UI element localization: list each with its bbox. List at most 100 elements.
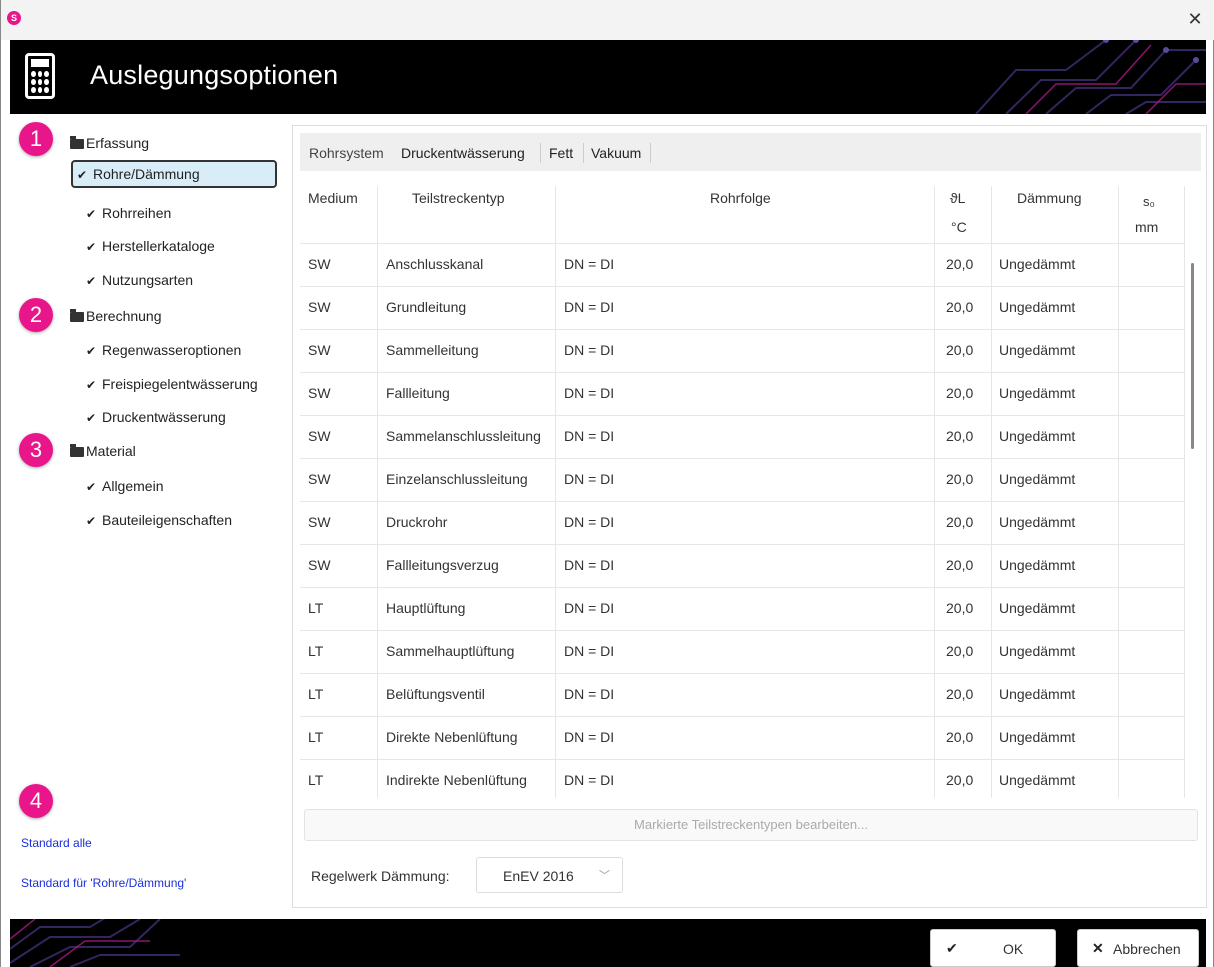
cancel-button[interactable]: ✕ Abbrechen <box>1077 929 1199 967</box>
column-header-medium[interactable]: Medium <box>308 190 358 206</box>
table-row[interactable]: LT Direkte Nebenlüftung DN = DI 20,0 Ungedäm… <box>300 716 1185 759</box>
reset-current-link[interactable]: Standard für 'Rohre/Dämmung' <box>21 876 186 890</box>
cell-temperature: 20,0 <box>946 729 974 745</box>
cell-rohrfolge: DN = DI <box>564 772 615 788</box>
tab-separator <box>650 143 651 163</box>
options-panel: Rohrsystem Druckentwässerung Fett Vakuum… <box>292 125 1207 908</box>
table-row[interactable]: SW Sammelleitung DN = DI 20,0 Ungedämmt <box>300 329 1185 372</box>
column-header-daemmung[interactable]: Dämmung <box>1017 190 1082 206</box>
tab-druckentwaesserung[interactable]: Druckentwässerung <box>401 145 525 161</box>
nav-item-nutzungsarten[interactable]: ✔ Nutzungsarten <box>86 272 193 288</box>
nav-group-berechnung[interactable]: Berechnung <box>70 308 162 324</box>
circuit-decoration <box>975 40 1206 114</box>
cell-teilstreckentyp: Belüftungsventil <box>386 686 485 702</box>
cell-daemmung: Ungedämmt <box>999 299 1076 315</box>
cell-teilstreckentyp: Sammelanschlussleitung <box>386 428 541 444</box>
nav-item-label: Regenwasseroptionen <box>102 342 242 358</box>
regelwerk-label: Regelwerk Dämmung: <box>311 868 450 884</box>
nav-item-bauteileigenschaften[interactable]: ✔ Bauteileigenschaften <box>86 512 232 528</box>
table-row[interactable]: LT Hauptlüftung DN = DI 20,0 Ungedämmt <box>300 587 1185 630</box>
table-row[interactable]: LT Sammelhauptlüftung DN = DI 20,0 Ungedämmt <box>300 630 1185 673</box>
nav-item-rohrreihen[interactable]: ✔ Rohrreihen <box>86 205 171 221</box>
header-banner: Auslegungsoptionen <box>10 40 1206 114</box>
nav-group-material[interactable]: Material <box>70 443 136 459</box>
tab-fett[interactable]: Fett <box>549 145 573 161</box>
options-navigation: 1 2 3 4 Erfassung ✔ Rohre/Dämmung ✔ Rohrre… <box>10 114 285 919</box>
nav-item-druckentwaesserung[interactable]: ✔ Druckentwässerung <box>86 409 226 425</box>
checkmark-icon: ✔ <box>86 240 97 254</box>
table-row[interactable]: SW Grundleitung DN = DI 20,0 Ungedämmt <box>300 286 1185 329</box>
cell-teilstreckentyp: Direkte Nebenlüftung <box>386 729 518 745</box>
nav-item-herstellerkataloge[interactable]: ✔ Herstellerkataloge <box>86 238 215 254</box>
nav-item-allgemein[interactable]: ✔ Allgemein <box>86 478 163 494</box>
nav-item-regenwasseroptionen[interactable]: ✔ Regenwasseroptionen <box>86 342 241 358</box>
step-badge-4: 4 <box>19 784 53 818</box>
column-header-teilstreckentyp[interactable]: Teilstreckentyp <box>412 190 505 206</box>
cell-medium: LT <box>308 772 324 788</box>
edit-selected-button[interactable]: Markierte Teilstreckentypen bearbeiten..… <box>304 809 1198 841</box>
dialog-window: S ✕ Auslegungsoptionen 1 2 3 4 Erfassung… <box>0 0 1214 967</box>
cell-rohrfolge: DN = DI <box>564 256 615 272</box>
cell-temperature: 20,0 <box>946 299 974 315</box>
cell-rohrfolge: DN = DI <box>564 557 615 573</box>
cell-teilstreckentyp: Einzelanschlussleitung <box>386 471 528 487</box>
cell-teilstreckentyp: Grundleitung <box>386 299 467 315</box>
checkmark-icon: ✔ <box>86 411 97 425</box>
nav-item-label: Druckentwässerung <box>102 409 226 425</box>
cell-temperature: 20,0 <box>946 772 974 788</box>
ok-button[interactable]: ✔ OK <box>930 929 1056 967</box>
nav-item-freispiegelentwaesserung[interactable]: ✔ Freispiegelentwässerung <box>86 376 258 392</box>
tab-vakuum[interactable]: Vakuum <box>591 145 641 161</box>
table-row[interactable]: SW Anschlusskanal DN = DI 20,0 Ungedämmt <box>300 243 1185 286</box>
cell-rohrfolge: DN = DI <box>564 342 615 358</box>
nav-item-label: Bauteileigenschaften <box>102 512 232 528</box>
cell-daemmung: Ungedämmt <box>999 256 1076 272</box>
table-row[interactable]: SW Einzelanschlussleitung DN = DI 20,0 Unged… <box>300 458 1185 501</box>
cell-rohrfolge: DN = DI <box>564 686 615 702</box>
table-scrollbar[interactable] <box>1191 263 1194 449</box>
cell-teilstreckentyp: Sammelhauptlüftung <box>386 643 515 659</box>
cell-temperature: 20,0 <box>946 557 974 573</box>
column-header-s0[interactable]: s₀ <box>1143 194 1155 209</box>
cell-teilstreckentyp: Druckrohr <box>386 514 448 530</box>
column-header-rohrfolge[interactable]: Rohrfolge <box>710 190 771 206</box>
cell-medium: SW <box>308 471 331 487</box>
cell-teilstreckentyp: Hauptlüftung <box>386 600 466 616</box>
table-row[interactable]: SW Sammelanschlussleitung DN = DI 20,0 Unged… <box>300 415 1185 458</box>
table-row[interactable]: LT Indirekte Nebenlüftung DN = DI 20,0 Unged… <box>300 759 1185 798</box>
cell-temperature: 20,0 <box>946 428 974 444</box>
cell-medium: SW <box>308 342 331 358</box>
folder-icon <box>70 444 84 457</box>
checkmark-icon: ✔ <box>86 378 97 392</box>
cell-medium: LT <box>308 729 324 745</box>
regelwerk-dropdown[interactable]: EnEV 2016 ﹀ <box>476 857 623 893</box>
nav-item-rohre-daemmung[interactable]: ✔ Rohre/Dämmung <box>71 160 277 188</box>
tab-rohrsystem[interactable]: Rohrsystem <box>309 145 384 161</box>
table-row[interactable]: LT Belüftungsventil DN = DI 20,0 Ungedämmt <box>300 673 1185 716</box>
step-badge-3: 3 <box>19 433 53 467</box>
cell-rohrfolge: DN = DI <box>564 471 615 487</box>
table-row[interactable]: SW Druckrohr DN = DI 20,0 Ungedämmt <box>300 501 1185 544</box>
nav-group-label: Material <box>86 443 136 459</box>
cell-temperature: 20,0 <box>946 256 974 272</box>
tab-separator <box>583 143 584 163</box>
cell-rohrfolge: DN = DI <box>564 428 615 444</box>
step-badge-1: 1 <box>19 122 53 156</box>
close-button[interactable]: ✕ <box>1183 8 1207 32</box>
table-row[interactable]: SW Fallleitungsverzug DN = DI 20,0 Ungedämmt <box>300 544 1185 587</box>
cell-temperature: 20,0 <box>946 514 974 530</box>
nav-group-erfassung[interactable]: Erfassung <box>70 135 149 151</box>
tab-separator <box>540 143 541 163</box>
cell-teilstreckentyp: Fallleitungsverzug <box>386 557 499 573</box>
table-row[interactable]: SW Fallleitung DN = DI 20,0 Ungedämmt <box>300 372 1185 415</box>
cell-medium: LT <box>308 686 324 702</box>
cell-daemmung: Ungedämmt <box>999 686 1076 702</box>
cell-temperature: 20,0 <box>946 643 974 659</box>
column-header-temperature[interactable]: ϑL <box>950 190 965 206</box>
nav-group-label: Berechnung <box>86 308 162 324</box>
chevron-down-icon: ﹀ <box>599 870 610 882</box>
calculator-icon <box>25 53 55 99</box>
dialog-title: Auslegungsoptionen <box>90 60 339 90</box>
cell-temperature: 20,0 <box>946 385 974 401</box>
reset-all-link[interactable]: Standard alle <box>21 836 92 850</box>
